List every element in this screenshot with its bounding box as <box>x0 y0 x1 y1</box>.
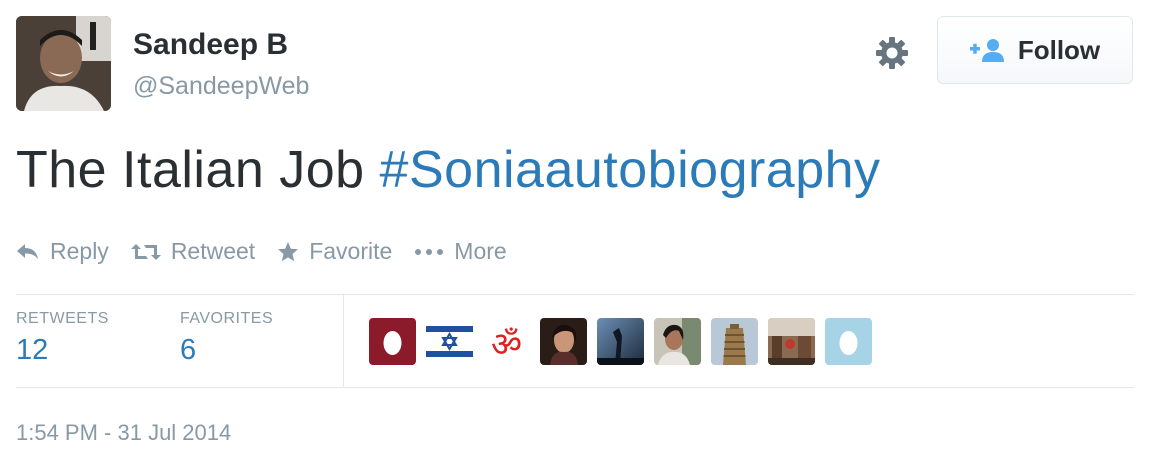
follow-button-label: Follow <box>1017 34 1101 65</box>
author-username[interactable]: @SandeepWeb <box>133 72 309 101</box>
user-avatar-israel-flag[interactable] <box>426 318 473 365</box>
user-avatar-om-symbol[interactable]: ॐ <box>483 318 530 365</box>
reply-action[interactable]: Reply <box>16 238 109 265</box>
user-avatar-egg-blue[interactable] <box>825 318 872 365</box>
favorites-stat[interactable]: FAVORITES 6 <box>180 310 273 367</box>
reply-label: Reply <box>50 238 109 264</box>
favorite-label: Favorite <box>309 238 393 264</box>
retweets-count: 12 <box>16 334 49 366</box>
more-icon <box>414 247 444 257</box>
user-avatar-temple[interactable] <box>711 318 758 365</box>
user-avatar-person-selfie[interactable] <box>654 318 701 365</box>
divider-bottom <box>16 387 1134 388</box>
reply-icon <box>16 242 40 262</box>
hashtag-link[interactable]: #Soniaautobiography <box>380 141 881 199</box>
tweet-body: The Italian Job <box>16 141 380 199</box>
engaged-users: ॐ <box>369 318 872 365</box>
follow-user-icon <box>969 38 1006 62</box>
retweets-stat[interactable]: RETWEETS 12 <box>16 310 109 367</box>
user-avatar-egg-maroon[interactable] <box>369 318 416 365</box>
user-avatar-woman[interactable] <box>540 318 587 365</box>
tweet-timestamp[interactable]: 1:54 PM - 31 Jul 2014 <box>16 420 231 446</box>
retweet-action[interactable]: Retweet <box>130 238 256 265</box>
star-icon <box>277 241 299 263</box>
retweet-icon <box>130 242 161 262</box>
retweets-label: RETWEETS <box>16 310 109 327</box>
author-fullname[interactable]: Sandeep B <box>133 28 288 62</box>
tweet-actions: Reply Retweet Favorite More <box>16 238 529 265</box>
favorites-count: 6 <box>180 334 197 366</box>
follow-button[interactable]: Follow <box>937 16 1133 84</box>
tweet-text: The Italian Job #Soniaautobiography <box>16 140 881 200</box>
favorite-action[interactable]: Favorite <box>277 238 392 265</box>
svg-text:ॐ: ॐ <box>491 325 522 365</box>
divider-top <box>16 294 1134 295</box>
more-label: More <box>454 238 507 264</box>
stats-divider <box>343 295 344 387</box>
gear-icon[interactable] <box>872 33 912 73</box>
author-avatar[interactable] <box>16 16 111 111</box>
user-avatar-street-scene[interactable] <box>768 318 815 365</box>
favorites-label: FAVORITES <box>180 310 274 327</box>
retweet-label: Retweet <box>170 238 256 264</box>
user-avatar-silhouette-sky[interactable] <box>597 318 644 365</box>
more-action[interactable]: More <box>414 238 507 265</box>
